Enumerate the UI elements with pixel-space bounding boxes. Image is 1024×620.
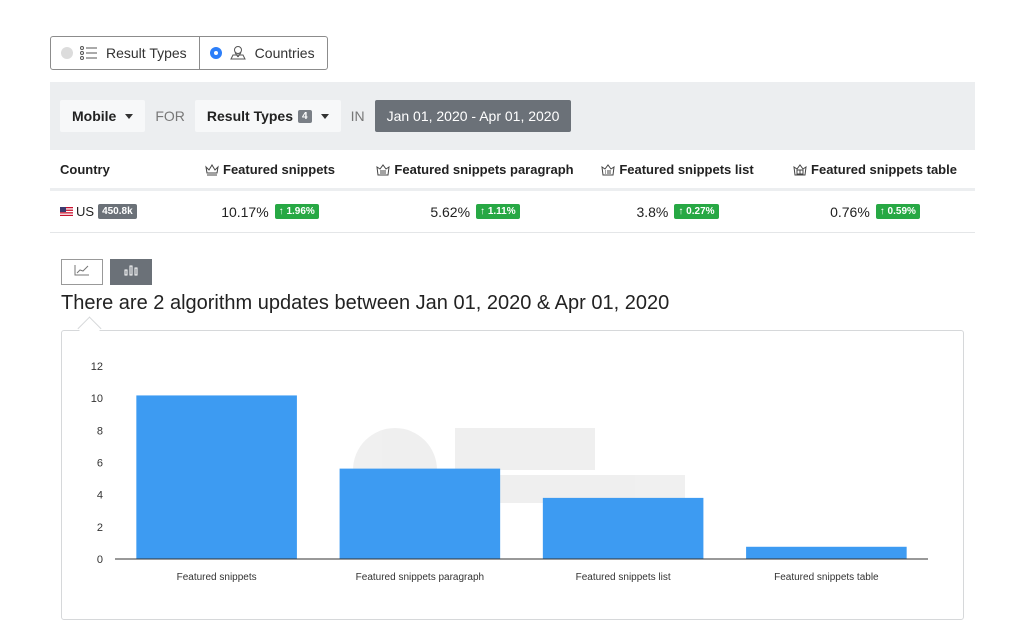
y-tick-label: 6: [97, 458, 103, 470]
y-tick-label: 8: [97, 425, 103, 437]
bar-chart: 0 2 4 6 8 10 12 Featured snippets Featured snip…: [91, 361, 928, 583]
x-tick-label: Featured snippets paragraph: [356, 572, 484, 583]
x-tick-label: Featured snippets: [177, 572, 257, 583]
y-tick-label: 10: [91, 393, 103, 405]
bar[interactable]: [339, 468, 501, 559]
bar[interactable]: [136, 395, 297, 559]
y-tick-label: 4: [97, 490, 103, 502]
y-tick-label: 12: [91, 361, 103, 373]
y-tick-label: 0: [97, 554, 103, 566]
y-tick-label: 2: [97, 522, 103, 534]
x-tick-label: Featured snippets table: [774, 572, 879, 583]
bar[interactable]: [746, 546, 907, 559]
x-tick-label: Featured snippets list: [576, 572, 671, 583]
bar[interactable]: [542, 497, 704, 559]
